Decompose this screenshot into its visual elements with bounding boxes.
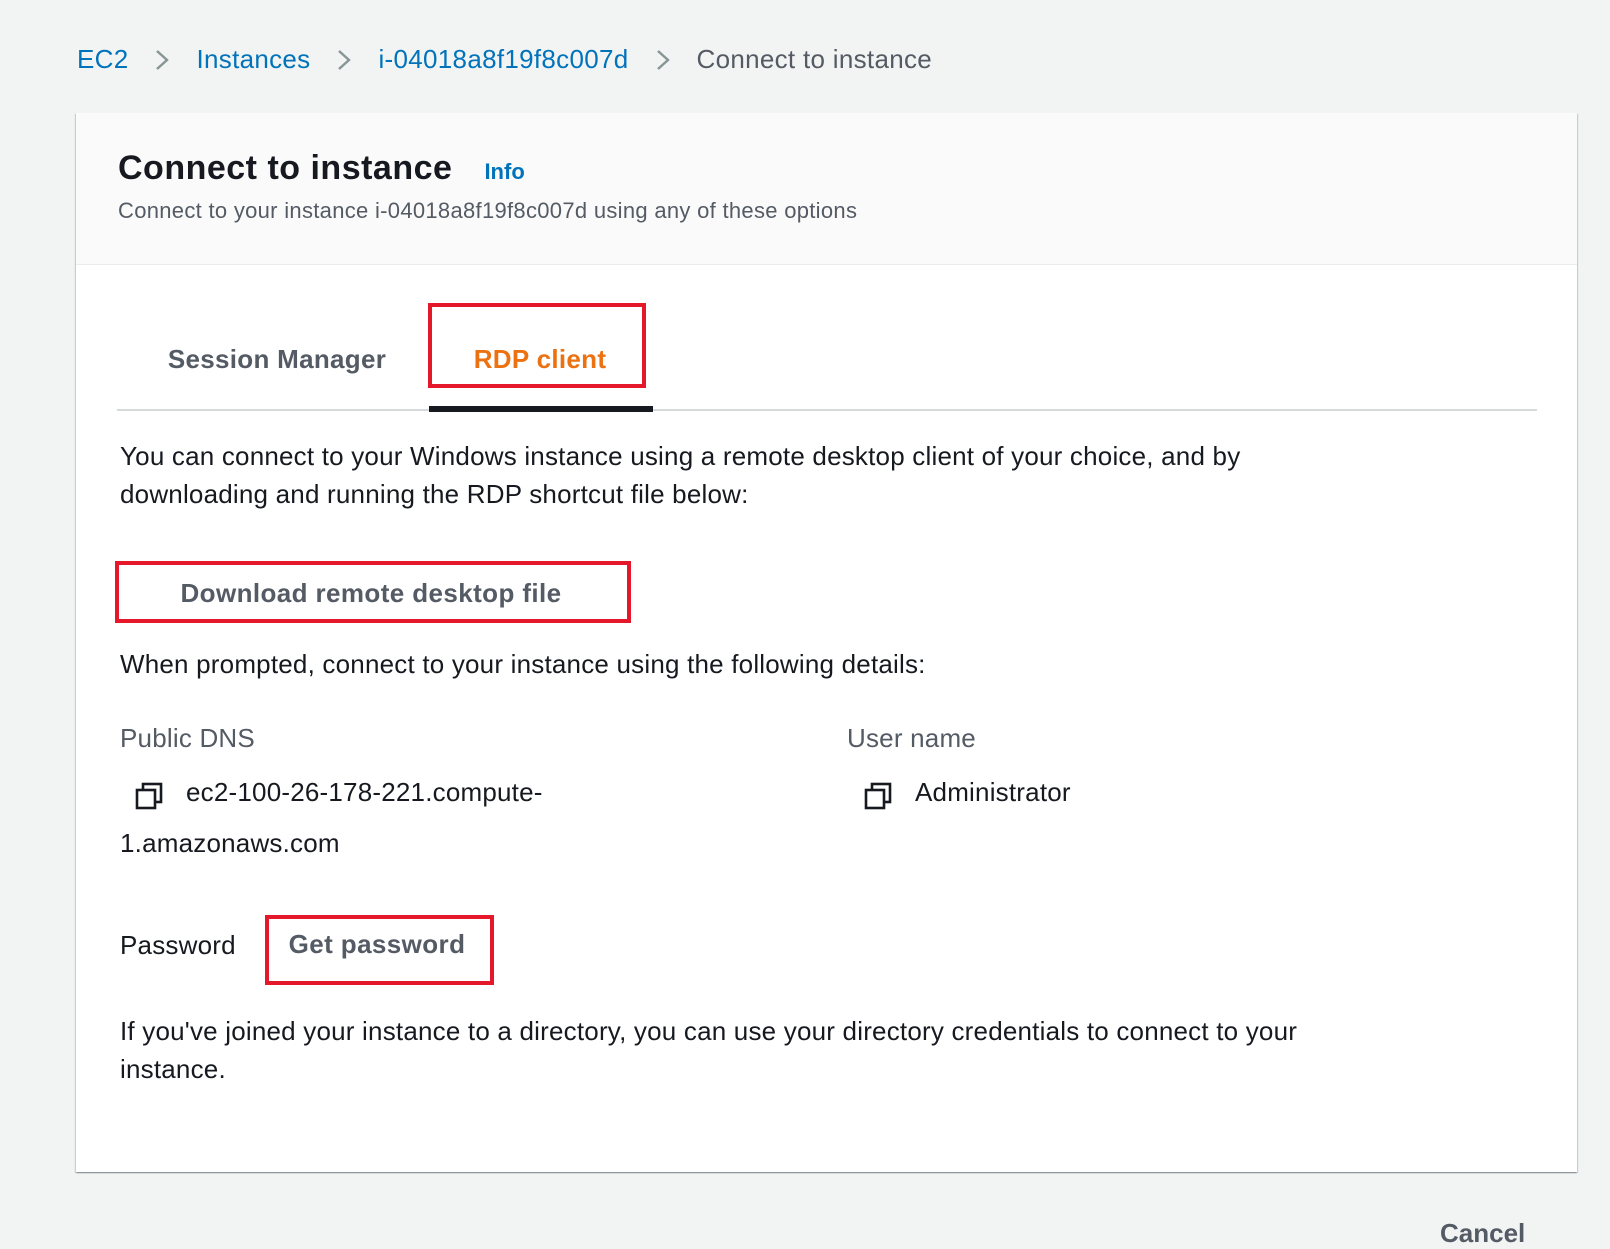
cancel-button[interactable]: Cancel [1440, 1218, 1525, 1249]
breadcrumb-ec2[interactable]: EC2 [77, 44, 128, 75]
user-name-value-row: Administrator [863, 777, 1071, 811]
highlight-box-rdp-tab [428, 303, 646, 388]
copy-icon[interactable] [863, 781, 893, 811]
password-label: Password [120, 930, 236, 960]
public-dns-value-row: ec2-100-26-178-221.compute- [134, 777, 543, 811]
rdp-intro-line-1: You can connect to your Windows instance… [120, 441, 1241, 471]
copy-icon[interactable] [134, 781, 164, 811]
user-name-label: User name [847, 723, 976, 753]
title-row: Connect to instance Info [118, 149, 525, 188]
highlight-box-get-password [265, 915, 494, 985]
info-link[interactable]: Info [484, 159, 524, 185]
rdp-intro-text: You can connect to your Windows instance… [120, 437, 1240, 513]
public-dns-value-line-1: ec2-100-26-178-221.compute- [186, 777, 543, 807]
connect-panel: Connect to instance Info Connect to your… [76, 113, 1577, 1172]
chevron-right-icon [338, 49, 352, 70]
tab-bar: Session Manager RDP client [117, 309, 1537, 412]
page-subtitle: Connect to your instance i-04018a8f19f8c… [118, 198, 858, 223]
breadcrumb-instance-id[interactable]: i-04018a8f19f8c007d [378, 44, 628, 75]
tab-session-manager[interactable]: Session Manager [117, 309, 437, 409]
chevron-right-icon [656, 49, 670, 70]
user-name-value: Administrator [915, 777, 1071, 807]
breadcrumb: EC2 Instances i-04018a8f19f8c007d Connec… [77, 44, 932, 75]
panel-header: Connect to instance Info Connect to your… [76, 113, 1577, 265]
active-tab-indicator [429, 406, 653, 412]
rdp-intro-line-2: downloading and running the RDP shortcut… [120, 479, 749, 509]
breadcrumb-current: Connect to instance [696, 44, 933, 74]
connection-prompt-text: When prompted, connect to your instance … [120, 649, 926, 679]
chevron-right-icon [156, 49, 170, 70]
directory-note-line-1: If you've joined your instance to a dire… [120, 1016, 1298, 1046]
breadcrumb-instances[interactable]: Instances [196, 44, 310, 75]
directory-note-line-2: instance. [120, 1054, 226, 1084]
highlight-box-download [115, 561, 631, 623]
public-dns-value-line-2: 1.amazonaws.com [120, 828, 340, 858]
public-dns-label: Public DNS [120, 723, 255, 753]
directory-note: If you've joined your instance to a dire… [120, 1012, 1297, 1088]
page-title: Connect to instance [118, 149, 453, 187]
